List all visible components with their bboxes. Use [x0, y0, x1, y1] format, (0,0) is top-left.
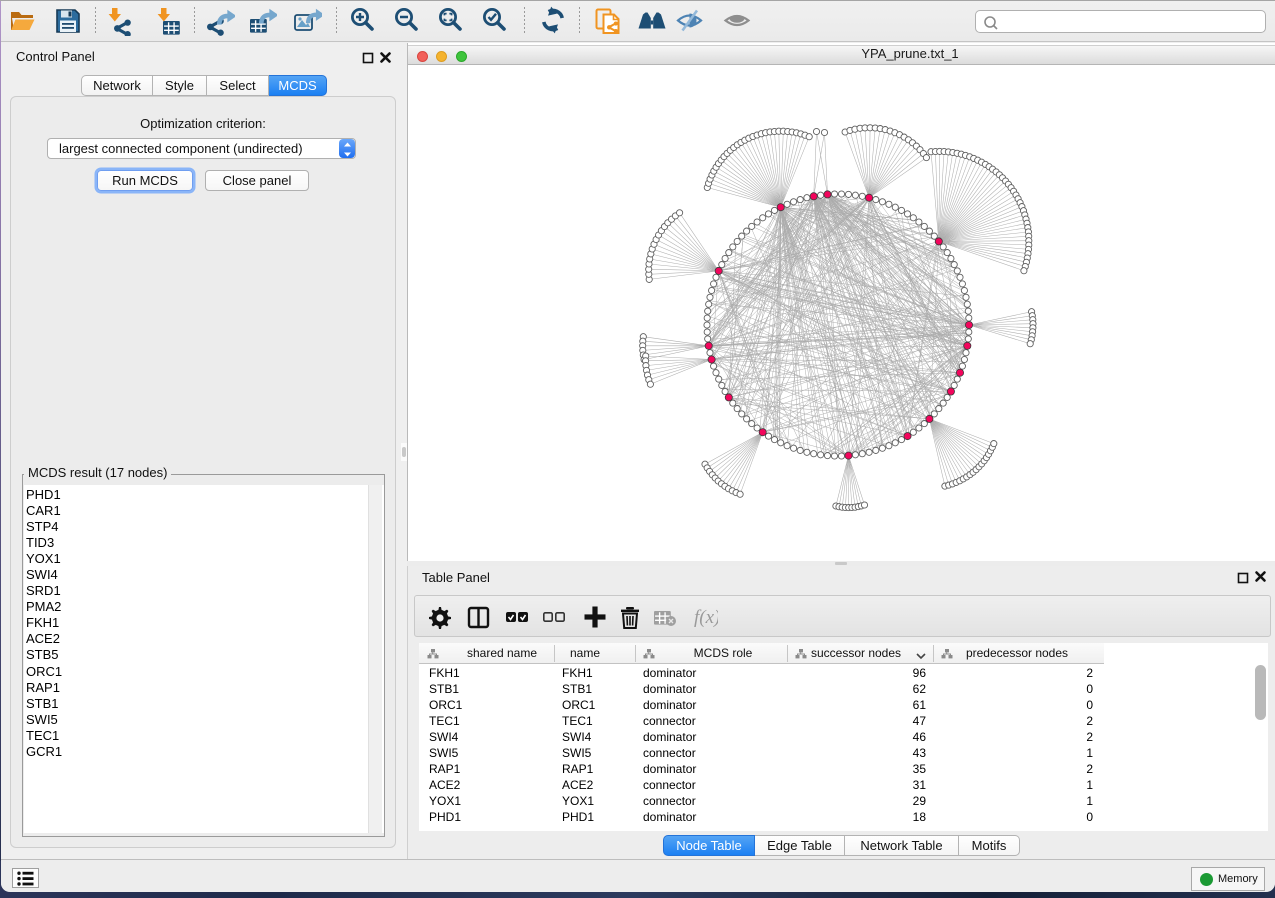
- svg-text:f(x): f(x): [694, 607, 718, 628]
